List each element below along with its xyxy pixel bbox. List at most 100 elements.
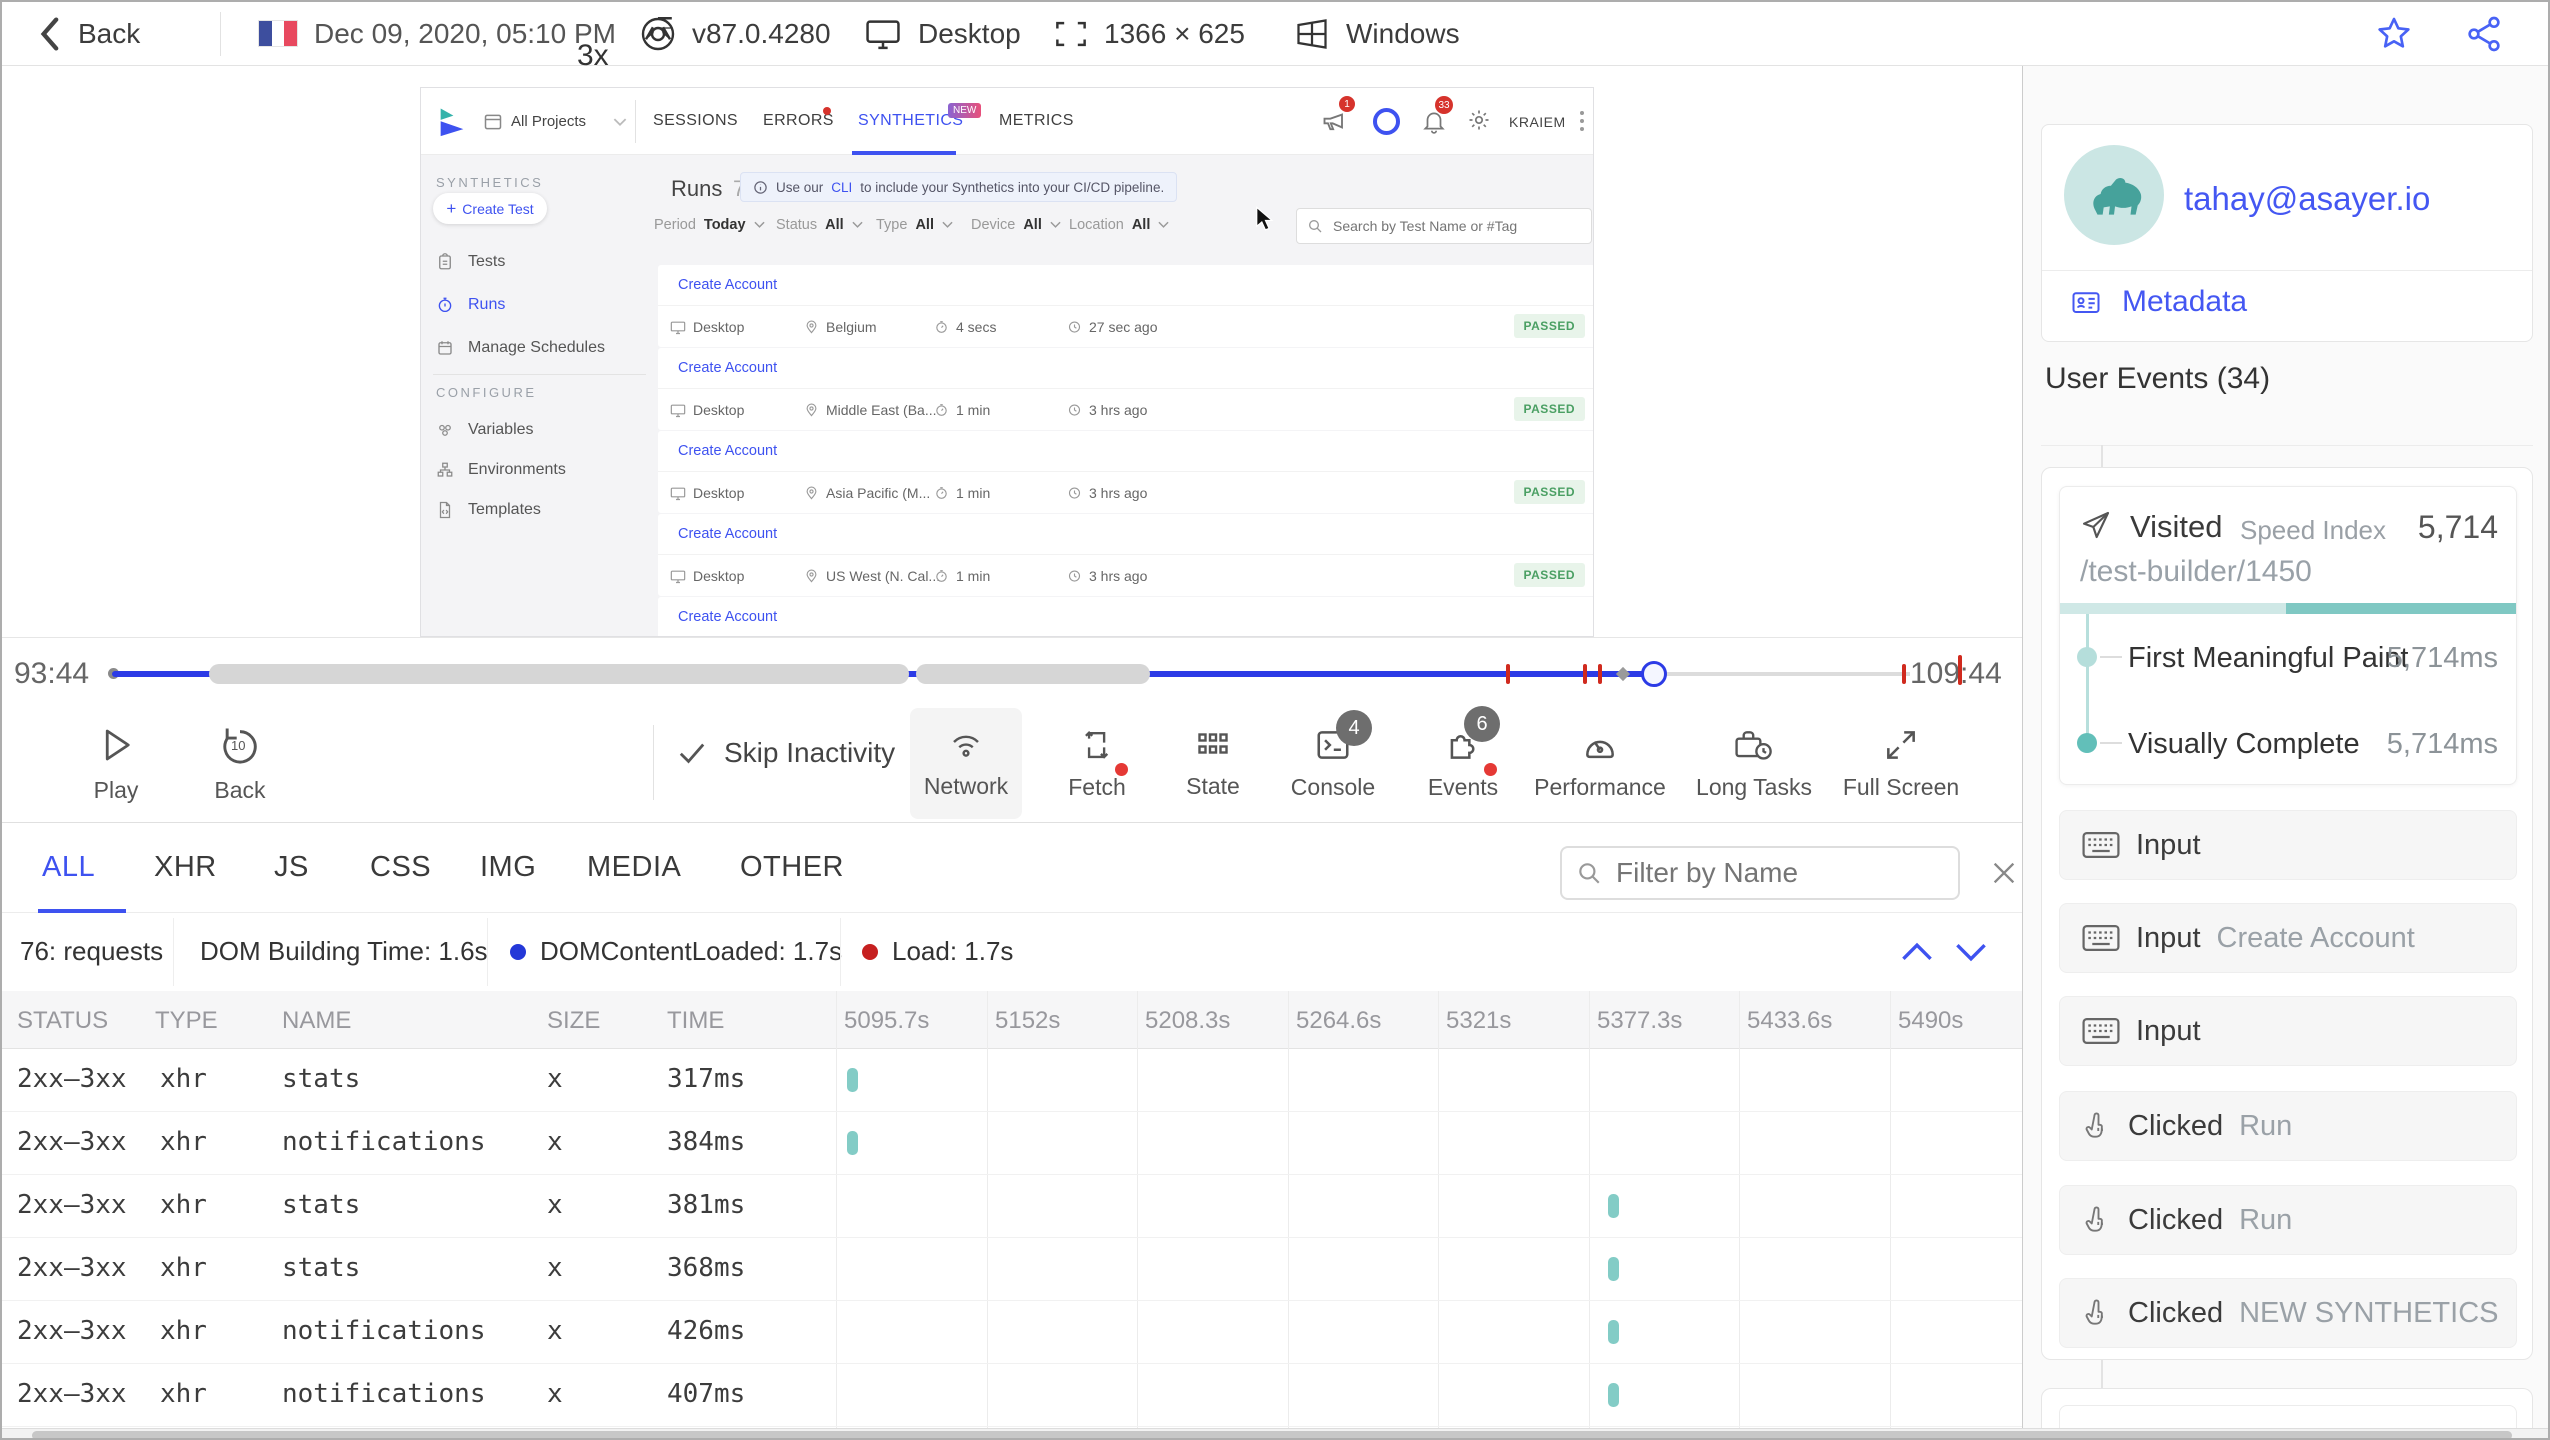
col-size: SIZE <box>547 1007 601 1034</box>
state-panel-button[interactable]: State <box>1153 705 1273 822</box>
tab-other[interactable]: OTHER <box>740 851 844 884</box>
back-button[interactable]: Back <box>36 2 140 65</box>
request-row[interactable]: 2xx–3xx xhr stats x 381ms <box>2 1175 2022 1238</box>
events-panel-button[interactable]: Events <box>1403 705 1523 822</box>
event-item-input[interactable]: Input <box>2059 810 2517 880</box>
event-item-clicked[interactable]: Clicked NEW SYNTHETICS <box>2059 1278 2517 1348</box>
create-test-button: + Create Test <box>433 193 547 224</box>
new-badge: NEW <box>948 103 982 118</box>
hand-pointer-icon <box>2082 1297 2112 1329</box>
current-time: 93:44 <box>14 657 90 690</box>
keyboard-icon <box>2082 924 2120 952</box>
play-button[interactable]: Play <box>56 705 176 822</box>
os-info: Windows <box>1294 2 1460 65</box>
col-t4: 5321s <box>1446 1007 1512 1034</box>
browser-info: v87.0.4280 <box>640 2 831 65</box>
star-icon <box>2378 17 2410 48</box>
filter-type: Type All <box>876 217 953 233</box>
wifi-icon <box>953 735 979 757</box>
timeline-remaining[interactable] <box>1654 672 1910 676</box>
tab-media[interactable]: MEDIA <box>587 851 681 884</box>
paper-plane-icon <box>2080 509 2112 541</box>
long-tasks-panel-button[interactable]: Long Tasks <box>1694 705 1814 822</box>
request-row[interactable]: 2xx–3xx xhr notifications x 384ms <box>2 1112 2022 1175</box>
tab-all[interactable]: ALL <box>42 851 95 884</box>
hyena-icon <box>2093 178 2142 215</box>
gear-icon <box>1467 108 1491 132</box>
close-panel-button[interactable] <box>1990 859 2018 887</box>
back-10s-button[interactable]: 10 Back <box>180 705 300 822</box>
fetch-alert-dot <box>1115 763 1128 776</box>
col-t2: 5208.3s <box>1145 1007 1231 1034</box>
keyboard-icon <box>2082 831 2120 859</box>
event-item-input[interactable]: Input <box>2059 996 2517 1066</box>
network-filter-input[interactable] <box>1614 856 1944 890</box>
performance-panel-button[interactable]: Performance <box>1534 705 1666 822</box>
fmp-label: First Meaningful Paint <box>2128 642 2409 674</box>
requests-count: 76: requests <box>20 936 164 966</box>
tab-css[interactable]: CSS <box>370 851 431 884</box>
metadata-button[interactable]: Metadata <box>2068 285 2247 319</box>
tab-xhr[interactable]: XHR <box>154 851 217 884</box>
tab-js[interactable]: JS <box>274 851 309 884</box>
playhead[interactable] <box>1641 661 1667 687</box>
speed-button[interactable]: 3x <box>577 39 609 73</box>
monitor-icon <box>670 404 686 417</box>
speed-bar-light <box>2060 603 2286 614</box>
location-pin-icon <box>806 569 817 583</box>
run-name-link: Create Account <box>678 609 778 625</box>
network-panel-button[interactable]: Network <box>910 708 1022 819</box>
clock-icon <box>1068 404 1081 416</box>
col-t6: 5433.6s <box>1747 1007 1833 1034</box>
tab-img[interactable]: IMG <box>480 851 536 884</box>
status-badge: PASSED <box>1513 314 1585 338</box>
user-email-link[interactable]: tahay@asayer.io <box>2184 180 2430 218</box>
fetch-panel-button[interactable]: Fetch <box>1037 705 1157 822</box>
france-flag-icon <box>258 20 298 47</box>
skip-inactivity-toggle[interactable]: Skip Inactivity <box>678 737 895 769</box>
divider <box>433 374 646 375</box>
jump-up-button[interactable] <box>1900 940 1934 964</box>
briefcase-clock-icon <box>1735 731 1772 760</box>
recorded-app-header: All Projects SESSIONS ERRORS SYNTHETICS … <box>421 88 1593 155</box>
share-button[interactable] <box>2464 2 2504 65</box>
recorded-app-viewport: All Projects SESSIONS ERRORS SYNTHETICS … <box>420 87 1594 637</box>
event-item-clicked[interactable]: Clicked Run <box>2059 1185 2517 1255</box>
search-icon <box>1309 220 1322 233</box>
clock-icon <box>1068 487 1081 499</box>
run-name-link: Create Account <box>678 526 778 542</box>
request-row[interactable]: 2xx–3xx xhr notifications x 426ms <box>2 1301 2022 1364</box>
player-controls: Play 10 Back 3x Skip Inactivity Network … <box>2 39 2022 822</box>
divider <box>2042 270 2532 271</box>
request-row[interactable]: 2xx–3xx xhr stats x 368ms <box>2 1238 2022 1301</box>
console-panel-button[interactable]: Console <box>1273 705 1393 822</box>
filter-period: Period Today <box>654 217 765 233</box>
request-timing-bar <box>1608 1320 1619 1344</box>
event-item-input[interactable]: Input Create Account <box>2059 903 2517 973</box>
jump-down-button[interactable] <box>1954 940 1988 964</box>
load-dot <box>862 943 878 960</box>
sidebar-item-templates: Templates <box>436 501 541 519</box>
request-row[interactable]: 2xx–3xx xhr notifications x 407ms <box>2 1364 2022 1427</box>
divider <box>220 12 221 56</box>
fetch-icon <box>1085 730 1109 759</box>
visited-event-card[interactable]: Visited Speed Index 5,714 /test-builder/… <box>2059 486 2517 785</box>
inactivity-bar <box>916 664 1150 684</box>
scrollbar-thumb[interactable] <box>32 1431 2512 1438</box>
network-filter-box[interactable] <box>1560 846 1960 900</box>
favorite-button[interactable] <box>2374 2 2414 65</box>
request-row[interactable]: 2xx–3xx xhr stats x 317ms <box>2 1049 2022 1112</box>
spinner-icon <box>1373 108 1400 135</box>
run-name-link: Create Account <box>678 277 778 293</box>
event-marker <box>1598 664 1602 684</box>
clipboard-icon <box>439 253 451 270</box>
user-events-title: User Events (34) <box>2045 362 2271 395</box>
visited-label: Visited <box>2130 509 2223 544</box>
fullscreen-button[interactable]: Full Screen <box>1841 705 1961 822</box>
event-item-clicked[interactable]: Clicked Run <box>2059 1091 2517 1161</box>
event-marker <box>1958 655 1962 685</box>
screen-size-icon <box>1054 19 1088 49</box>
divider <box>173 918 174 986</box>
horizontal-scrollbar[interactable] <box>2 1428 2548 1438</box>
location-pin-icon <box>806 486 817 500</box>
